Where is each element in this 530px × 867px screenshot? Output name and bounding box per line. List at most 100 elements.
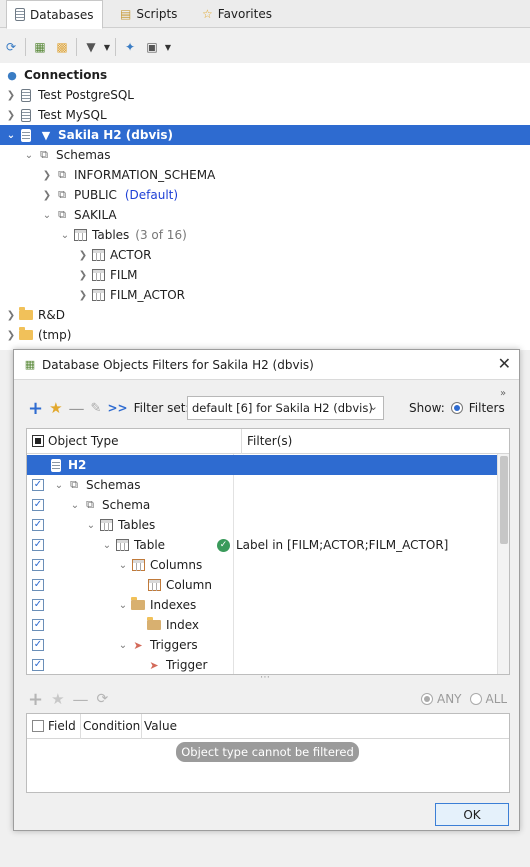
refresh-icon[interactable]: ⟳ <box>0 36 22 58</box>
grid-row-schema[interactable]: ✓ ⌄ ⧉ Schema <box>27 495 497 515</box>
chevron-right-icon[interactable]: ❯ <box>76 290 90 301</box>
tab-favorites[interactable]: ☆ Favorites <box>194 0 280 28</box>
grid-row-table[interactable]: ✓ ⌄ Table ✓ Label in [FILM;ACTOR;FILM_AC… <box>27 535 497 555</box>
chevron-down-icon[interactable]: ⌄ <box>116 600 130 611</box>
grid-row-triggers[interactable]: ✓ ⌄ ➤ Triggers <box>27 635 497 655</box>
row-checkbox[interactable]: ✓ <box>32 659 44 671</box>
locate-icon[interactable]: ▣ <box>141 36 163 58</box>
chevron-down-icon[interactable]: ⌄ <box>68 500 82 511</box>
column-filters[interactable]: Filter(s) <box>242 434 292 448</box>
chevron-down-icon[interactable]: ⌄ <box>84 520 98 531</box>
chevron-right-icon[interactable]: ❯ <box>4 330 18 341</box>
tree-item-schemas[interactable]: ⌄ ⧉ Schemas <box>0 145 530 165</box>
tree-item-test-postgresql[interactable]: ❯ Test PostgreSQL <box>0 85 530 105</box>
grid-row-h2[interactable]: H2 <box>27 455 497 475</box>
chevron-right-icon[interactable]: ❯ <box>76 250 90 261</box>
refresh-icon[interactable]: ⟳ <box>97 691 109 707</box>
column-field[interactable]: Field <box>48 713 81 739</box>
globe-icon: ● <box>7 68 17 82</box>
chevron-right-icon[interactable]: ❯ <box>4 110 18 121</box>
grid-row-schemas[interactable]: ✓ ⌄ ⧉ Schemas <box>27 475 497 495</box>
chevron-right-icon[interactable]: ❯ <box>40 170 54 181</box>
new-folder-icon[interactable]: ▩ <box>51 36 73 58</box>
tree-item-public[interactable]: ❯ ⧉ PUBLIC (Default) <box>0 185 530 205</box>
overflow-chevron-icon[interactable]: » <box>500 388 506 399</box>
filter-dropdown-icon[interactable]: ▼ <box>102 36 112 58</box>
tab-databases[interactable]: Databases <box>6 0 103 29</box>
chevron-down-icon[interactable]: ⌄ <box>58 230 72 241</box>
chevron-down-icon[interactable]: ⌄ <box>40 210 54 221</box>
tree-item-film-actor[interactable]: ❯ FILM_ACTOR <box>0 285 530 305</box>
match-all-radio[interactable] <box>469 693 482 705</box>
chevron-right-icon[interactable]: ❯ <box>76 270 90 281</box>
column-object-type[interactable]: Object Type <box>48 429 242 454</box>
tree-item-information-schema[interactable]: ❯ ⧉ INFORMATION_SCHEMA <box>0 165 530 185</box>
chevron-down-icon[interactable]: ⌄ <box>116 560 130 571</box>
remove-icon[interactable]: — <box>69 399 85 418</box>
collapse-all-icon[interactable]: ✦ <box>119 36 141 58</box>
grid-row-index[interactable]: ✓ Index <box>27 615 497 635</box>
condition-toolbar: + ★ — ⟳ <box>28 688 108 710</box>
grid-row-column[interactable]: ✓ Column <box>27 575 497 595</box>
filter-icon: ▼ <box>41 128 51 142</box>
row-checkbox[interactable]: ✓ <box>32 579 44 591</box>
select-all-checkbox[interactable] <box>32 720 44 732</box>
tree-item-rnd[interactable]: ❯ R&D <box>0 305 530 325</box>
grid-row-columns[interactable]: ✓ ⌄ Columns <box>27 555 497 575</box>
row-checkbox[interactable]: ✓ <box>32 639 44 651</box>
object-type-grid: Object Type Filter(s) H2 ✓ ⌄ ⧉ Schemas ✓… <box>26 428 510 675</box>
save-as-icon[interactable]: >> <box>107 401 127 415</box>
chevron-down-icon[interactable]: ⌄ <box>22 150 36 161</box>
tree-item-tables[interactable]: ⌄ Tables (3 of 16) <box>0 225 530 245</box>
chevron-right-icon[interactable]: ❯ <box>4 310 18 321</box>
connections-tree: ● Connections ❯ Test PostgreSQL ❯ Test M… <box>0 63 530 350</box>
add-icon[interactable]: + <box>28 689 43 710</box>
schema-icon: ⧉ <box>40 148 48 161</box>
match-any-radio[interactable] <box>421 693 433 705</box>
locate-dropdown-icon[interactable]: ▼ <box>163 36 173 58</box>
row-checkbox[interactable]: ✓ <box>32 479 44 491</box>
tree-item-actor[interactable]: ❯ ACTOR <box>0 245 530 265</box>
tree-item-tmp[interactable]: ❯ (tmp) <box>0 325 530 345</box>
database-icon <box>21 128 31 142</box>
add-icon[interactable]: + <box>28 398 43 419</box>
remove-icon[interactable]: — <box>73 690 89 709</box>
chevron-down-icon[interactable]: ⌄ <box>52 480 66 491</box>
tree-item-sakila-h2[interactable]: ⌄ ▼ Sakila H2 (dbvis) <box>0 125 530 145</box>
splitter-handle[interactable]: ⋯ <box>260 672 270 683</box>
edit-icon[interactable]: ✎ <box>91 401 102 416</box>
chevron-down-icon[interactable]: ⌄ <box>100 540 114 551</box>
filter-set-select[interactable]: default [6] for Sakila H2 (dbvis) ⌄ <box>187 396 384 420</box>
show-filters-radio[interactable] <box>450 402 463 414</box>
column-condition[interactable]: Condition <box>81 713 142 739</box>
grid-row-indexes[interactable]: ✓ ⌄ Indexes <box>27 595 497 615</box>
row-checkbox[interactable]: ✓ <box>32 539 44 551</box>
database-icon <box>15 8 25 21</box>
row-checkbox[interactable]: ✓ <box>32 499 44 511</box>
column-value[interactable]: Value <box>142 719 177 733</box>
connections-root[interactable]: ● Connections <box>0 65 530 85</box>
star-icon[interactable]: ★ <box>51 690 64 708</box>
grid-scrollbar[interactable] <box>497 454 509 674</box>
row-checkbox[interactable]: ✓ <box>32 599 44 611</box>
table-icon <box>91 269 105 281</box>
select-all-checkbox[interactable] <box>32 435 44 447</box>
ok-button[interactable]: OK <box>435 803 509 826</box>
tab-scripts[interactable]: ▤ Scripts <box>112 0 185 28</box>
tree-item-test-mysql[interactable]: ❯ Test MySQL <box>0 105 530 125</box>
row-checkbox[interactable]: ✓ <box>32 559 44 571</box>
chevron-down-icon[interactable]: ⌄ <box>4 130 18 141</box>
chevron-right-icon[interactable]: ❯ <box>40 190 54 201</box>
chevron-right-icon[interactable]: ❯ <box>4 90 18 101</box>
close-icon[interactable]: ✕ <box>498 354 511 373</box>
row-checkbox[interactable]: ✓ <box>32 519 44 531</box>
tree-item-sakila[interactable]: ⌄ ⧉ SAKILA <box>0 205 530 225</box>
filter-icon[interactable]: ▼ <box>80 36 102 58</box>
grid-row-tables[interactable]: ✓ ⌄ Tables <box>27 515 497 535</box>
star-icon[interactable]: ★ <box>49 399 62 417</box>
chevron-down-icon[interactable]: ⌄ <box>116 640 130 651</box>
new-connection-icon[interactable]: ▦ <box>29 36 51 58</box>
show-option: Show: Filters <box>409 401 505 415</box>
tree-item-film[interactable]: ❯ FILM <box>0 265 530 285</box>
row-checkbox[interactable]: ✓ <box>32 619 44 631</box>
